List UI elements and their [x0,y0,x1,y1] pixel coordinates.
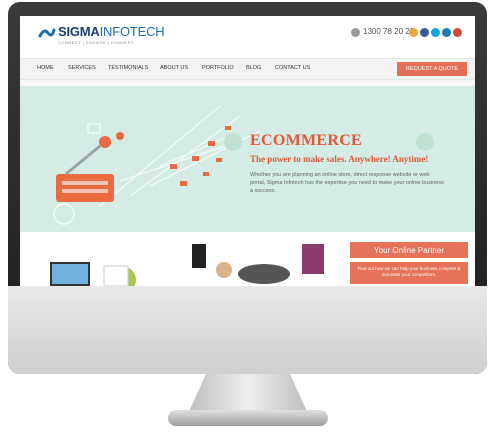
nav-blog[interactable]: BLOG [246,65,261,71]
logo-icon [38,28,56,38]
google-icon[interactable] [453,28,462,37]
nav-testimonials[interactable]: TESTIMONIALS [108,65,148,71]
online-partner-button[interactable]: Your Online Partner [350,242,468,258]
content-section: Your Online Partner Find out how we can … [20,232,475,286]
site-header: SIGMAINFOTECH CONNECT | ENGAGE | CONVERT… [20,16,475,58]
hero-banner: ECOMMERCE The power to make sales. Anywh… [20,86,475,232]
phone-icon [351,28,360,37]
hero-title: ECOMMERCE [250,132,363,149]
rss-icon[interactable] [409,28,418,37]
social-links [409,28,462,37]
portfolio-thumbnail-2[interactable] [188,240,328,286]
monitor-chin [8,286,487,374]
facebook-icon[interactable] [420,28,429,37]
nav-portfolio[interactable]: PORTFOLIO [202,65,234,71]
hero-description: Whether you are planning an online store… [250,172,444,194]
request-quote-button[interactable]: REQUEST A QUOTE [397,62,467,76]
skype-icon[interactable] [431,28,440,37]
nav-about-us[interactable]: ABOUT US [160,65,188,71]
nav-home[interactable]: HOME [37,65,54,71]
nav-contact-us[interactable]: CONTACT US [275,65,310,71]
site-logo[interactable]: SIGMAINFOTECH [58,24,165,39]
monitor-frame: SIGMAINFOTECH CONNECT | ENGAGE | CONVERT… [8,2,487,374]
main-nav: HOME SERVICES TESTIMONIALS ABOUT US PORT… [20,58,475,80]
screen: SIGMAINFOTECH CONNECT | ENGAGE | CONVERT… [20,16,475,286]
online-partner-description: Find out how we can help your business c… [350,262,468,284]
linkedin-icon[interactable] [442,28,451,37]
monitor-base [168,410,328,426]
hero-subtitle: The power to make sales. Anywhere! Anyti… [250,154,429,164]
logo-light: INFOTECH [99,24,165,39]
phone-number[interactable]: 1300 78 20 23 [363,27,414,36]
basket-icon [56,132,124,202]
logo-bold: SIGMA [58,24,100,39]
monitor-stand [188,374,308,414]
portfolio-thumbnail-1[interactable] [42,250,152,286]
logo-tagline: CONNECT | ENGAGE | CONVERT [58,40,134,45]
nav-services[interactable]: SERVICES [68,65,96,71]
